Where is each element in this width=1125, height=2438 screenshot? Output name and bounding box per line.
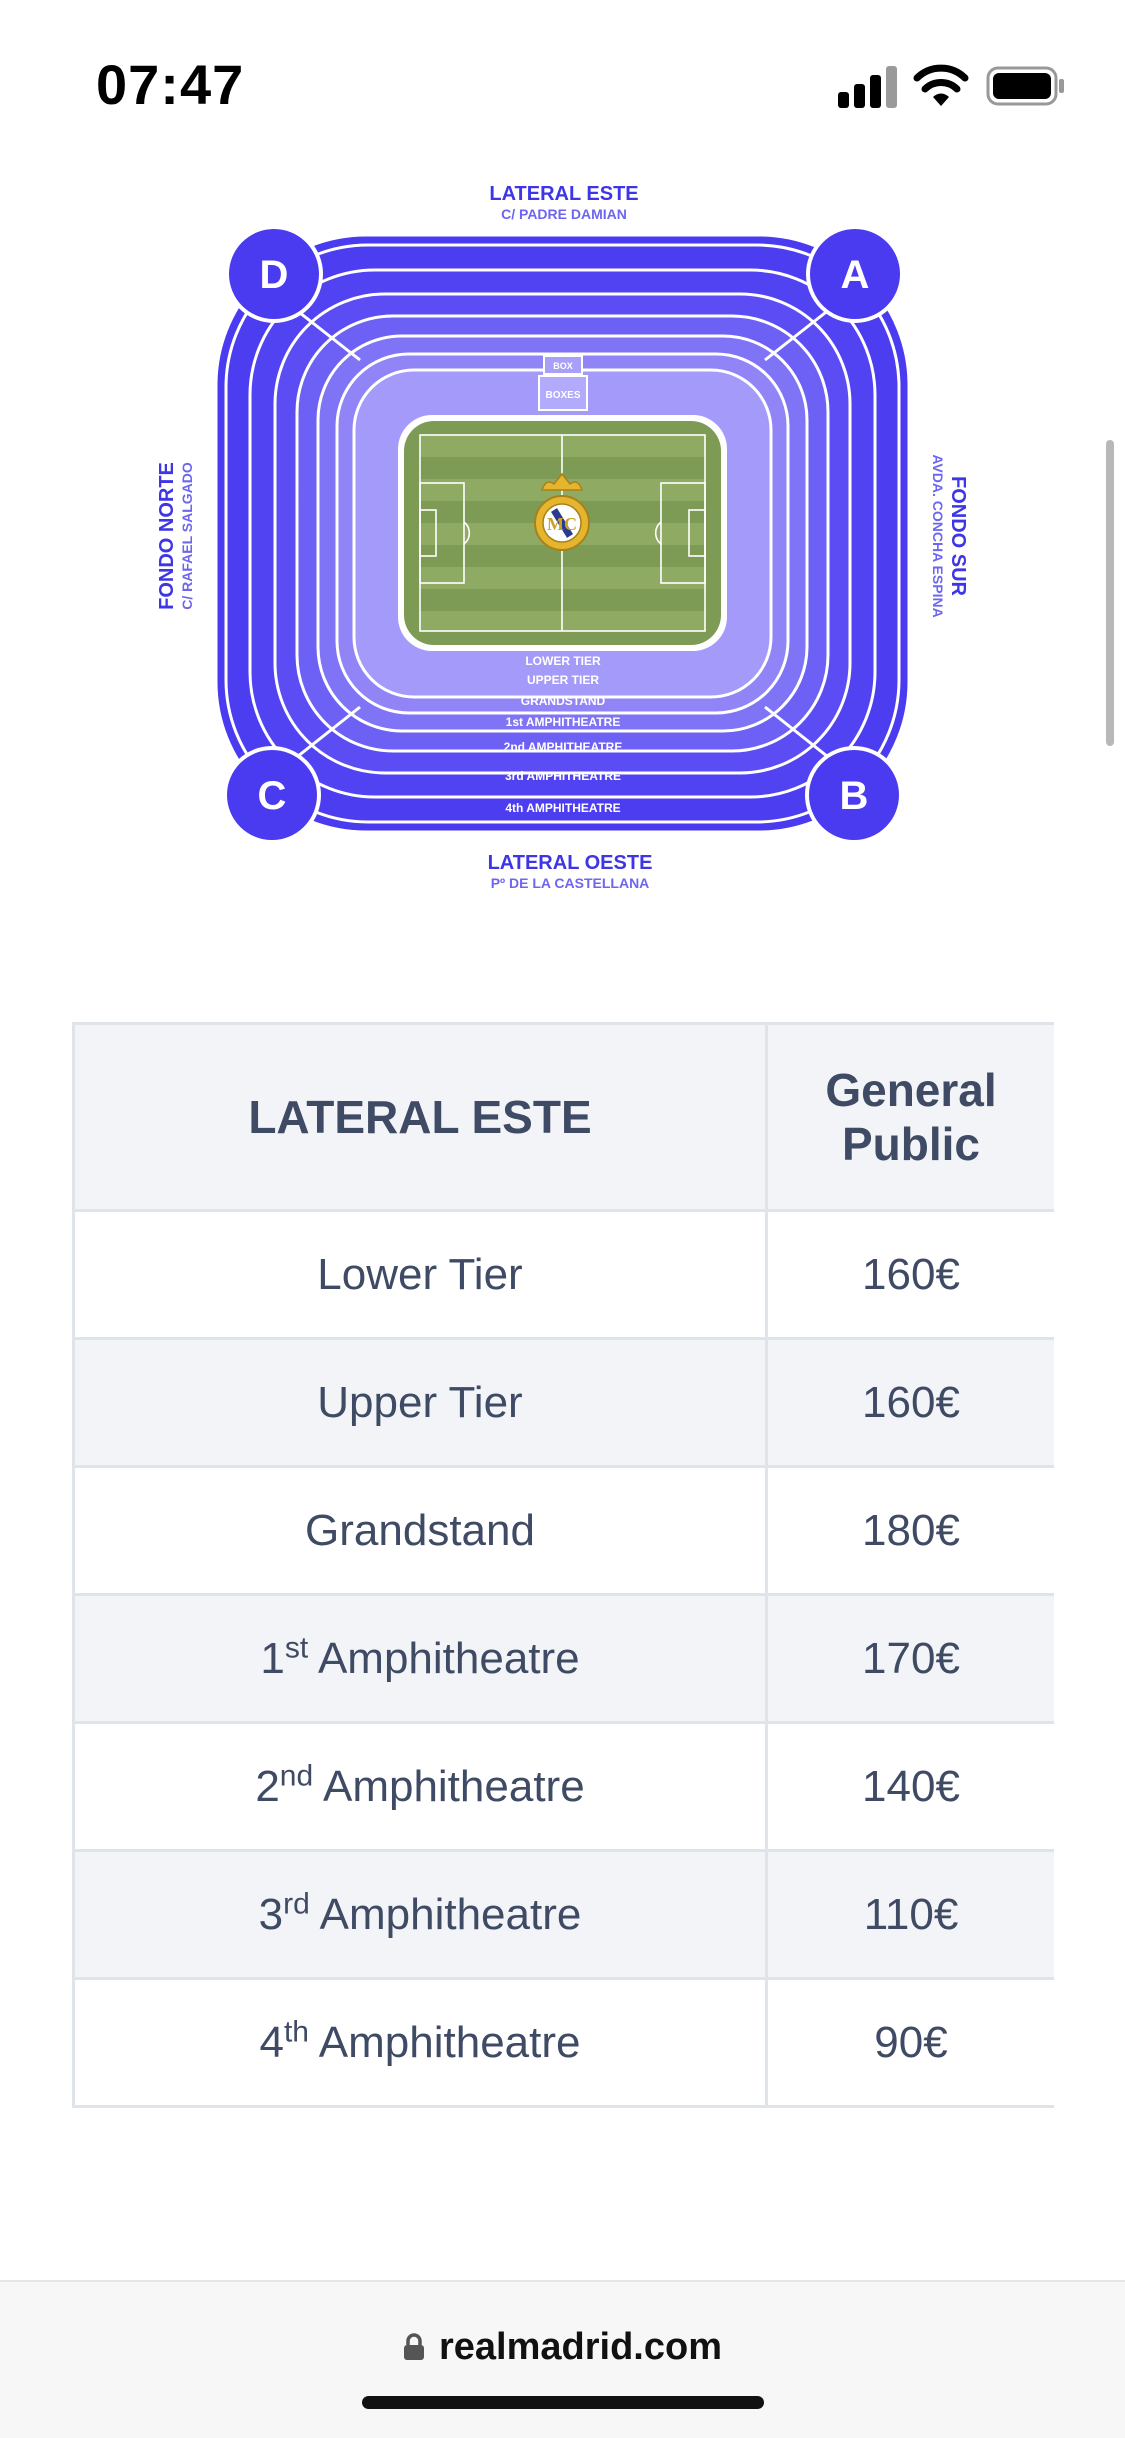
stand-label-lateral-oeste: LATERAL OESTE: [488, 852, 653, 874]
price-cell: 160€: [765, 1209, 1054, 1340]
browser-address-bar[interactable]: realmadrid.com: [0, 2280, 1125, 2438]
section-name: Upper Tier: [317, 1377, 523, 1427]
stand-street-lateral-oeste: Pº DE LA CASTELLANA: [491, 875, 650, 891]
section-ordinal-number: 3: [258, 1889, 284, 1939]
stand-street-lateral-este: C/ PADRE DAMIAN: [501, 206, 627, 222]
section-name: Amphitheatre: [313, 1761, 585, 1811]
box-label: BOX: [553, 361, 573, 371]
table-row: 3rd Amphitheatre 110€: [72, 1849, 1054, 1980]
battery-icon: [986, 66, 1064, 106]
section-ordinal-suffix: rd: [283, 1886, 310, 1920]
gate-d[interactable]: D: [225, 225, 323, 323]
section-cell: 3rd Amphitheatre: [72, 1849, 768, 1980]
section-ordinal-number: 1: [260, 1633, 285, 1683]
section-name: Amphitheatre: [308, 1633, 580, 1683]
tier-label-1st-amphitheatre: 1st AMPHITHEATRE: [506, 715, 621, 729]
section-name: Amphitheatre: [309, 1889, 582, 1939]
table-row: 4th Amphitheatre 90€: [72, 1977, 1054, 2108]
wifi-icon: [913, 64, 969, 106]
section-ordinal-suffix: th: [283, 2014, 309, 2048]
section-cell: Grandstand: [72, 1465, 768, 1596]
gate-a[interactable]: A: [806, 225, 904, 323]
stand-label-fondo-norte: FONDO NORTE: [156, 462, 178, 610]
gate-c[interactable]: C: [223, 746, 321, 844]
table-row: Lower Tier 160€: [72, 1209, 1054, 1340]
tier-label-grandstand: GRANDSTAND: [521, 694, 606, 708]
section-name: Amphitheatre: [309, 2017, 581, 2067]
price-cell: 140€: [765, 1721, 1054, 1852]
section-cell: 2nd Amphitheatre: [72, 1721, 768, 1852]
section-ordinal-number: 4: [259, 2017, 284, 2067]
stadium-seating-plan: BOX BOXES MC LOWER TIER UPPER TIER GRAND…: [156, 183, 969, 891]
gate-d-label: D: [260, 253, 289, 297]
table-row: 2nd Amphitheatre 140€: [72, 1721, 1054, 1852]
tier-label-3rd-amphitheatre: 3rd AMPHITHEATRE: [505, 769, 621, 783]
gate-c-label: C: [258, 774, 287, 818]
url-text: realmadrid.com: [439, 2326, 722, 2368]
cellular-signal-icon: [838, 64, 898, 108]
table-row: 1st Amphitheatre 170€: [72, 1593, 1054, 1724]
section-cell: 4th Amphitheatre: [72, 1977, 768, 2108]
section-ordinal-number: 2: [255, 1761, 280, 1811]
stadium-map: BOX BOXES MC LOWER TIER UPPER TIER GRAND…: [130, 170, 995, 910]
section-cell: 1st Amphitheatre: [72, 1593, 768, 1724]
stand-street-fondo-sur: AVDA. CONCHA ESPINA: [930, 454, 946, 617]
svg-text:MC: MC: [547, 514, 577, 534]
price-cell: 180€: [765, 1465, 1054, 1596]
home-indicator[interactable]: [362, 2396, 764, 2409]
stand-street-fondo-norte: C/ RAFAEL SALGADO: [179, 462, 195, 610]
boxes-label: BOXES: [545, 390, 580, 401]
stand-label-lateral-este: LATERAL ESTE: [489, 183, 638, 205]
status-bar: 07:47: [0, 0, 1125, 160]
table-row: Upper Tier 160€: [72, 1337, 1054, 1468]
price-cell: 160€: [765, 1337, 1054, 1468]
section-ordinal-suffix: st: [284, 1630, 309, 1664]
tier-label-lower: LOWER TIER: [525, 654, 601, 668]
column-header-general-public-label: General Public: [825, 1064, 997, 1170]
section-ordinal-suffix: nd: [279, 1758, 314, 1792]
tier-label-4th-amphitheatre: 4th AMPHITHEATRE: [505, 801, 620, 815]
url-display[interactable]: realmadrid.com: [0, 2326, 1125, 2369]
price-table: LATERAL ESTE General Public Lower Tier 1…: [72, 1022, 1054, 2108]
table-header-row: LATERAL ESTE General Public: [72, 1022, 1054, 1212]
section-name: Grandstand: [305, 1505, 535, 1555]
gate-a-label: A: [841, 253, 870, 297]
gate-b[interactable]: B: [805, 746, 903, 844]
table-row: Grandstand 180€: [72, 1465, 1054, 1596]
tier-label-upper: UPPER TIER: [527, 673, 599, 687]
tier-label-2nd-amphitheatre: 2nd AMPHITHEATRE: [504, 740, 623, 754]
price-cell: 110€: [765, 1849, 1054, 1980]
price-cell: 170€: [765, 1593, 1054, 1724]
section-cell: Upper Tier: [72, 1337, 768, 1468]
lock-icon: [404, 2333, 424, 2360]
gate-b-label: B: [840, 774, 869, 818]
vertical-scrollbar[interactable]: [1106, 440, 1114, 746]
section-cell: Lower Tier: [72, 1209, 768, 1340]
price-cell: 90€: [765, 1977, 1054, 2108]
status-time: 07:47: [96, 53, 245, 116]
section-name: Lower Tier: [317, 1249, 523, 1299]
column-header-section: LATERAL ESTE: [72, 1022, 768, 1212]
stand-label-fondo-sur: FONDO SUR: [947, 476, 969, 597]
column-header-general-public: General Public: [765, 1022, 1054, 1212]
